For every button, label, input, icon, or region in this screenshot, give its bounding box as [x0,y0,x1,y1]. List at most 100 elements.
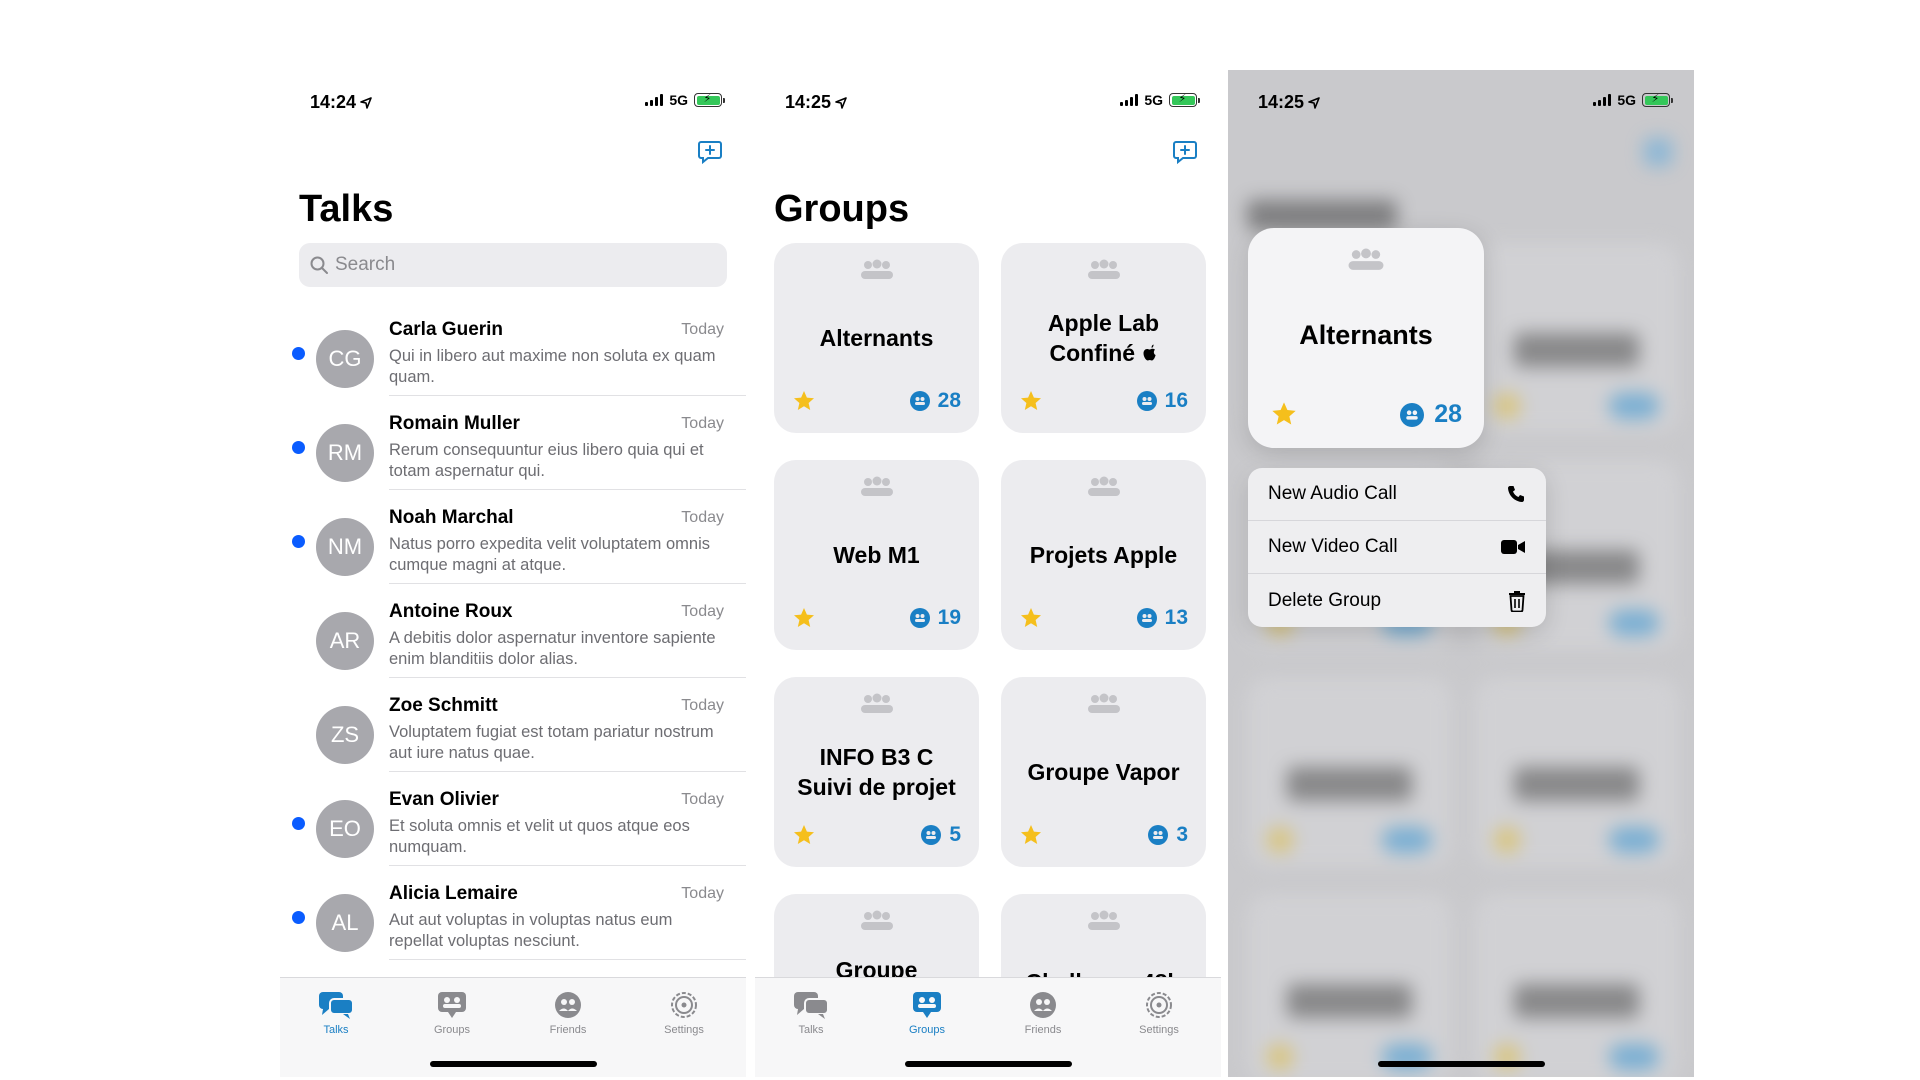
members-icon [1136,391,1157,411]
signal-icon [1120,94,1139,106]
trash-icon [1509,590,1525,612]
message-preview: Aut aut voluptas in voluptas natus eum r… [389,911,673,950]
unread-dot [292,817,305,830]
tab-groups[interactable]: Groups [412,988,492,1036]
battery-icon: ⚡ [1642,93,1673,107]
talks-tab-icon [794,992,829,1019]
group-card[interactable]: Alternants 28 [774,243,979,433]
members-icon [921,825,942,845]
tab-settings[interactable]: Settings [1119,988,1199,1036]
groups-tab-icon [438,992,466,1018]
gear-icon [1146,992,1172,1018]
member-count: 16 [1164,389,1188,412]
tab-talks[interactable]: Talks [296,988,376,1036]
talks-screen: 14:24 5G ⚡ Talks Search CG Carla Guerin … [280,70,746,1077]
group-name: INFO B3 C Suivi de projet [797,744,956,800]
tab-friends[interactable]: Friends [1003,988,1083,1036]
tab-settings[interactable]: Settings [644,988,724,1036]
unread-dot [292,535,305,548]
new-message-icon[interactable] [696,138,724,166]
message-preview: Voluptatem fugiat est totam pariatur nos… [389,723,714,762]
star-icon[interactable] [1019,823,1043,847]
home-indicator [430,1061,597,1067]
status-bar: 14:24 5G ⚡ [280,70,746,130]
avatar: ZS [316,706,374,764]
contact-name: Zoe Schmitt [389,695,498,716]
group-card[interactable]: Groupe Vapor 3 [1001,677,1206,867]
star-icon[interactable] [792,389,816,413]
members-icon [909,391,930,411]
avatar: CG [316,330,374,388]
avatar: EO [316,800,374,858]
unread-dot [292,911,305,924]
tab-bar: Talks Groups Friends Settings [280,977,746,1077]
home-indicator [905,1061,1072,1067]
avatar: AR [316,612,374,670]
group-card[interactable]: Web M1 19 [774,460,979,650]
contact-name: Antoine Roux [389,601,513,622]
context-menu: New Audio Call New Video Call Delete Gro… [1248,468,1546,627]
member-count: 28 [1434,400,1462,428]
star-icon[interactable] [1270,400,1298,428]
network-label: 5G [1144,92,1163,108]
search-input[interactable]: Search [299,243,727,287]
members-icon [1148,825,1169,845]
conversation-row[interactable]: RM Romain Muller Today Rerum consequuntu… [280,396,746,490]
group-name: Alternants [1299,320,1433,350]
group-people-icon [1088,693,1120,713]
group-card[interactable]: Apple Lab Confiné 16 [1001,243,1206,433]
phone-icon [1508,486,1524,502]
gear-icon [671,992,697,1018]
tab-groups[interactable]: Groups [887,988,967,1036]
group-people-icon [861,476,893,496]
new-audio-call-menu-item[interactable]: New Audio Call [1248,468,1546,521]
conversation-row[interactable]: ZS Zoe Schmitt Today Voluptatem fugiat e… [280,678,746,772]
focused-group-card[interactable]: Alternants 28 [1248,228,1484,448]
unread-dot [292,441,305,454]
message-preview: Qui in libero aut maxime non soluta ex q… [389,347,716,386]
conversation-row[interactable]: AL Alicia Lemaire Today Aut aut voluptas… [280,866,746,960]
member-count: 3 [1176,823,1188,846]
delete-group-menu-item[interactable]: Delete Group [1248,574,1546,627]
group-name: Web M1 [833,542,920,568]
conversation-row[interactable]: EO Evan Olivier Today Et soluta omnis et… [280,772,746,866]
friends-tab-icon [555,992,581,1018]
battery-icon: ⚡ [1169,93,1200,107]
new-video-call-menu-item[interactable]: New Video Call [1248,521,1546,574]
tab-friends[interactable]: Friends [528,988,608,1036]
group-name: Alternants [819,325,934,351]
star-icon[interactable] [1019,606,1043,630]
star-icon[interactable] [1019,389,1043,413]
location-arrow-icon [360,96,372,109]
talks-tab-icon [319,992,354,1019]
group-people-icon [1088,259,1120,279]
message-preview: Natus porro expedita velit voluptatem om… [389,535,710,574]
search-icon [310,256,328,274]
group-card[interactable]: INFO B3 C Suivi de projet 5 [774,677,979,867]
members-icon [1400,402,1425,427]
network-label: 5G [1617,92,1636,108]
contact-name: Carla Guerin [389,319,504,340]
new-group-icon[interactable] [1171,138,1199,166]
group-name: Projets Apple [1029,542,1178,568]
avatar: AL [316,894,374,952]
conversation-row[interactable]: AR Antoine Roux Today A debitis dolor as… [280,584,746,678]
status-bar: 14:25 5G ⚡ [755,70,1221,130]
groups-tab-icon [913,992,941,1018]
group-people-icon [861,910,893,930]
message-date: Today [681,321,724,338]
tab-talks[interactable]: Talks [771,988,851,1036]
contact-name: Evan Olivier [389,789,499,810]
location-arrow-icon [1308,96,1320,109]
video-icon [1501,540,1525,554]
conversation-row[interactable]: CG Carla Guerin Today Qui in libero aut … [280,302,746,396]
apple-logo-icon [1143,344,1156,361]
star-icon[interactable] [792,823,816,847]
context-menu-screen: 14:25 5G ⚡ Alternants 28 New Audio Call … [1228,70,1694,1077]
contact-name: Romain Muller [389,413,520,434]
conversation-row[interactable]: NM Noah Marchal Today Natus porro expedi… [280,490,746,584]
contact-name: Noah Marchal [389,507,514,528]
groups-screen: 14:25 5G ⚡ Groups Alternants 28 Apple La… [755,70,1221,1077]
group-card[interactable]: Projets Apple 13 [1001,460,1206,650]
star-icon[interactable] [792,606,816,630]
